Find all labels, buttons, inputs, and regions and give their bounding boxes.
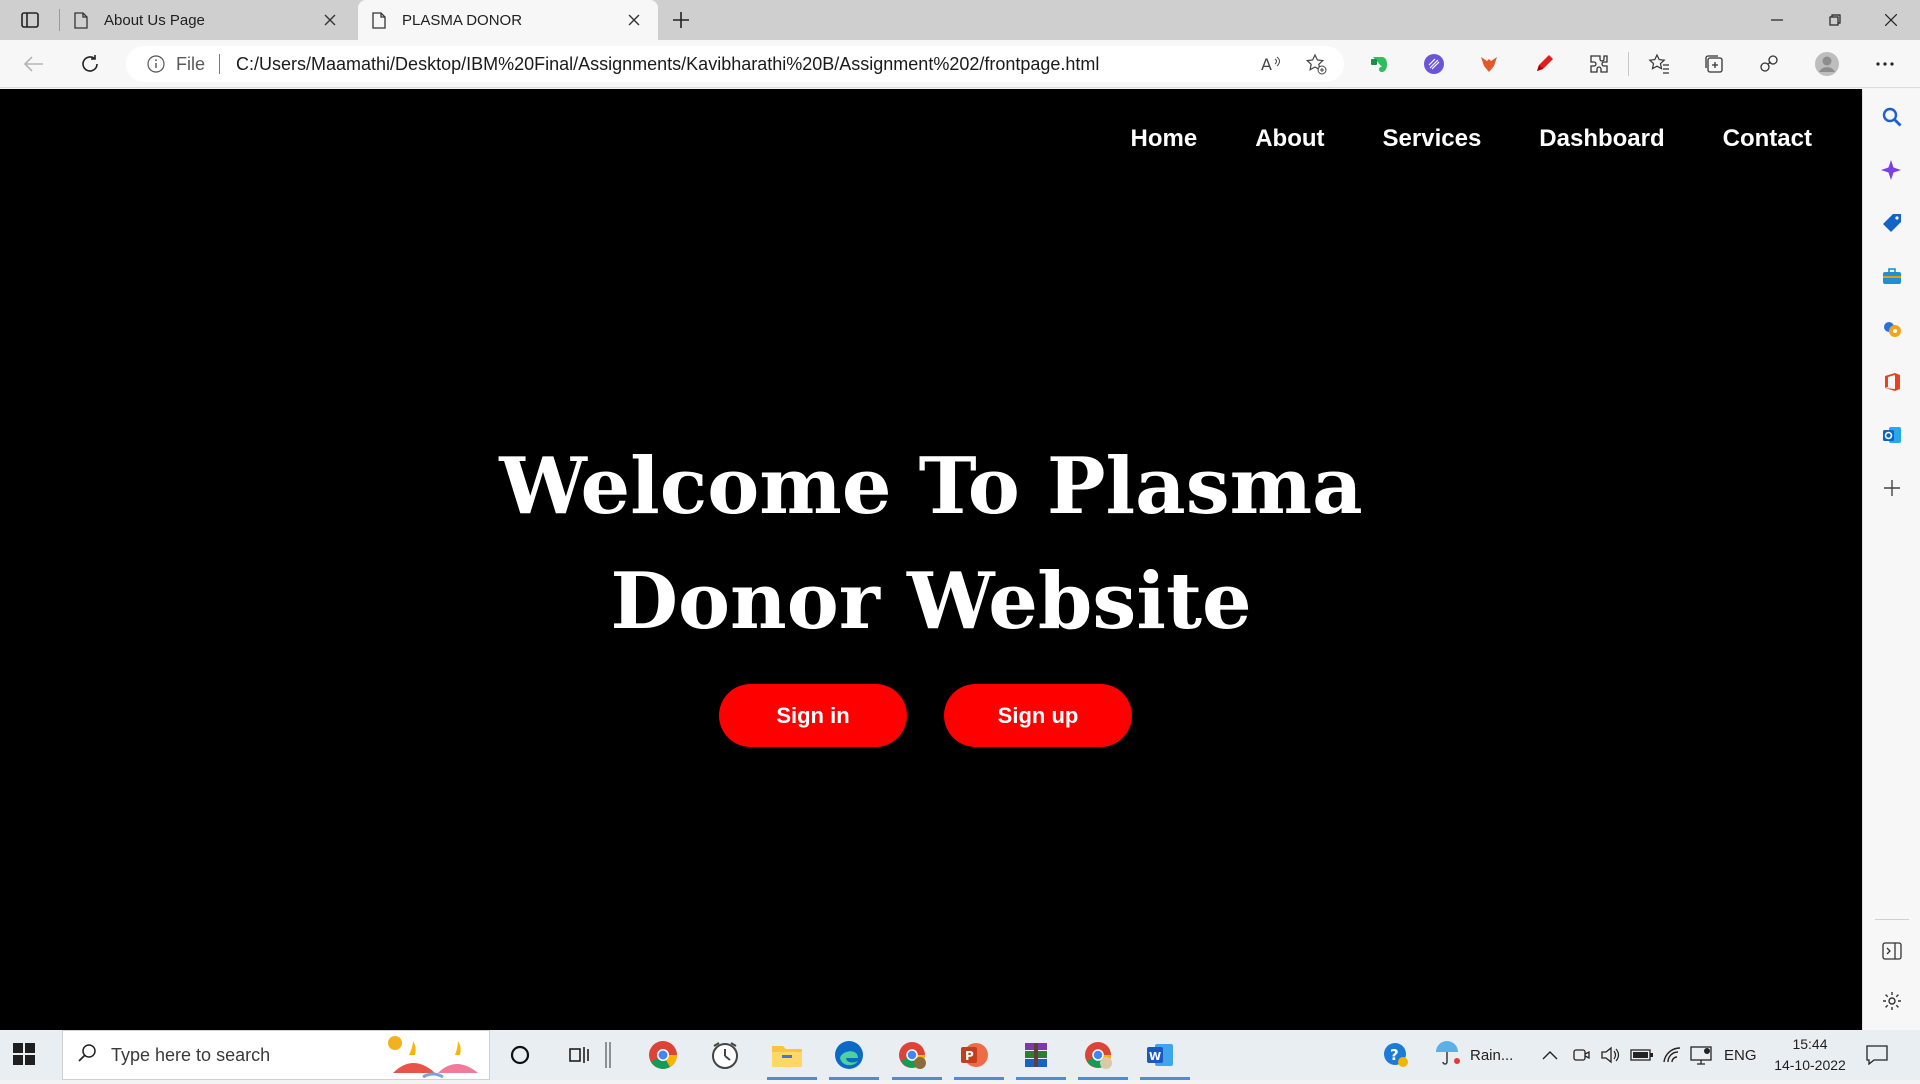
address-bar[interactable]: File C:/Users/Maamathi/Desktop/IBM%20Fin… [126, 46, 1344, 82]
toolbar: File C:/Users/Maamathi/Desktop/IBM%20Fin… [0, 40, 1920, 88]
svg-text:A: A [1261, 55, 1272, 73]
new-tab-button[interactable] [668, 7, 694, 33]
nav-services[interactable]: Services [1383, 125, 1482, 153]
back-button[interactable] [18, 48, 50, 80]
hero-title-line-2: Donor Website [610, 556, 1252, 647]
hide-sidebar-icon[interactable] [1880, 939, 1904, 963]
windows-start-icon[interactable] [12, 1042, 38, 1068]
task-view-icon[interactable] [560, 1035, 600, 1075]
browser-window: About Us Page PLASMA DONOR File C:/Users… [0, 0, 1920, 1030]
favorites-icon[interactable] [1646, 51, 1672, 77]
page-icon [372, 11, 386, 29]
weather-text: Rain... [1470, 1046, 1514, 1064]
close-window-button[interactable] [1862, 0, 1920, 40]
edge-icon[interactable] [829, 1035, 879, 1080]
help-tray-icon[interactable]: ? [1382, 1030, 1410, 1080]
tab-title: About Us Page [104, 11, 205, 29]
tools-icon[interactable] [1880, 264, 1904, 288]
add-icon[interactable] [1880, 476, 1904, 500]
shopping-tag-icon[interactable] [1880, 211, 1904, 235]
nav-home[interactable]: Home [1131, 125, 1198, 153]
meet-now-icon[interactable] [1572, 1030, 1590, 1080]
page-viewport: Home About Services Dashboard Contact We… [0, 89, 1862, 1030]
more-menu-icon[interactable] [1872, 51, 1898, 77]
search-icon [77, 1043, 97, 1068]
extension-purple-icon[interactable] [1421, 51, 1447, 77]
read-aloud-icon[interactable]: A [1260, 52, 1284, 76]
outlook-icon[interactable] [1880, 423, 1904, 447]
clock-time: 15:44 [1792, 1036, 1828, 1052]
collections-icon[interactable] [1701, 51, 1727, 77]
url-text[interactable]: C:/Users/Maamathi/Desktop/IBM%20Final/As… [236, 54, 1099, 75]
pen-icon[interactable] [1531, 51, 1557, 77]
svg-text:P: P [965, 1049, 974, 1063]
tab-plasma-donor[interactable]: PLASMA DONOR [358, 0, 658, 40]
cortana-icon[interactable] [500, 1035, 540, 1075]
clock-app-icon[interactable] [705, 1035, 745, 1075]
nav-about[interactable]: About [1255, 125, 1324, 153]
wifi-icon[interactable] [1662, 1030, 1682, 1080]
search-placeholder: Type here to search [111, 1044, 271, 1065]
show-hidden-icons-chevron-up-icon[interactable] [1542, 1030, 1558, 1080]
rain-umbrella-icon [1434, 1040, 1462, 1070]
scheme-label: File [176, 53, 206, 74]
clock-date: 14-10-2022 [1774, 1057, 1846, 1073]
taskbar-divider [598, 1035, 618, 1075]
display-icon[interactable] [1690, 1030, 1712, 1080]
taskbar-search[interactable]: Type here to search [62, 1030, 490, 1080]
word-icon[interactable]: W [1140, 1035, 1190, 1080]
toolbar-divider [1628, 52, 1629, 76]
main-nav: Home About Services Dashboard Contact [1131, 125, 1812, 153]
hero-buttons: Sign in Sign up [719, 684, 1132, 747]
tab-about-us[interactable]: About Us Page [60, 0, 354, 40]
winrar-icon[interactable] [1016, 1035, 1066, 1080]
chrome-icon[interactable] [643, 1035, 683, 1075]
tab-actions-icon[interactable] [14, 8, 46, 32]
restore-button[interactable] [1806, 0, 1864, 40]
taskbar: Type here to search P W ? Rain... ENG 15… [0, 1030, 1920, 1080]
office-icon[interactable] [1880, 370, 1904, 394]
taskbar-clock[interactable]: 15:44 14-10-2022 [1768, 1034, 1852, 1076]
search-icon[interactable] [1880, 105, 1904, 129]
minimize-button[interactable] [1748, 0, 1806, 40]
tab-strip: About Us Page PLASMA DONOR [0, 0, 1920, 40]
hero: Welcome To Plasma Donor Website [0, 429, 1862, 659]
nav-contact[interactable]: Contact [1723, 125, 1812, 153]
tab-title: PLASMA DONOR [402, 11, 523, 29]
page-icon [74, 11, 88, 29]
share-icon[interactable] [1756, 51, 1782, 77]
close-icon[interactable] [322, 12, 338, 28]
sign-up-button[interactable]: Sign up [944, 684, 1132, 747]
info-icon[interactable] [146, 54, 166, 74]
sign-in-button[interactable]: Sign in [719, 684, 907, 747]
notifications-icon[interactable] [1866, 1030, 1888, 1080]
svg-text:?: ? [1390, 1046, 1399, 1064]
language-indicator[interactable]: ENG [1724, 1030, 1757, 1080]
hero-title-line-1: Welcome To Plasma [499, 441, 1363, 532]
refresh-button[interactable] [74, 48, 106, 80]
edge-sidebar [1862, 89, 1920, 1030]
weather-widget[interactable]: Rain... [1434, 1030, 1513, 1080]
sparkle-icon[interactable] [1880, 158, 1904, 182]
festival-lamp-icon [383, 1033, 483, 1079]
profile-avatar-icon[interactable] [1814, 51, 1840, 77]
powerpoint-icon[interactable]: P [954, 1035, 1004, 1080]
address-divider [219, 54, 221, 74]
file-explorer-icon[interactable] [767, 1035, 817, 1080]
close-icon[interactable] [626, 12, 642, 28]
extensions-icon[interactable] [1586, 51, 1612, 77]
evernote-icon[interactable] [1366, 51, 1392, 77]
volume-icon[interactable] [1600, 1030, 1620, 1080]
chrome-profile-icon[interactable] [892, 1035, 942, 1080]
sidebar-divider [1875, 919, 1909, 920]
hero-title: Welcome To Plasma Donor Website [0, 429, 1862, 659]
favorite-add-icon[interactable] [1304, 52, 1328, 76]
battery-icon[interactable] [1630, 1030, 1654, 1080]
svg-text:W: W [1149, 1050, 1161, 1063]
chrome-second-icon[interactable] [1078, 1035, 1128, 1080]
nav-dashboard[interactable]: Dashboard [1539, 125, 1664, 153]
games-icon[interactable] [1880, 317, 1904, 341]
extension-fox-icon[interactable] [1476, 51, 1502, 77]
settings-icon[interactable] [1880, 989, 1904, 1013]
